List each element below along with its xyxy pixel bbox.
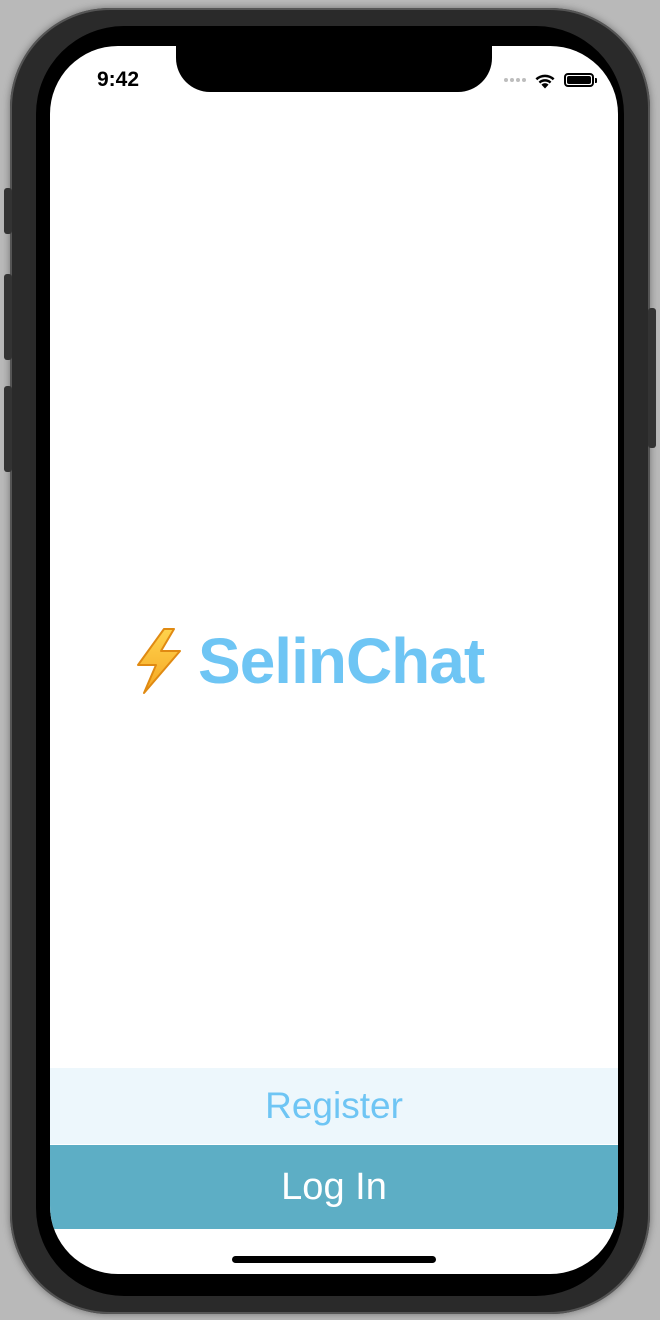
volume-down-button: [4, 386, 12, 472]
app-name: SelinChat: [198, 625, 485, 697]
notch: [176, 46, 492, 92]
app-screen: 9:42 SelinChat Register Log In: [50, 46, 618, 1274]
power-button: [648, 308, 656, 448]
signal-dots-icon: [504, 78, 526, 82]
lightning-bolt-icon: [137, 628, 181, 694]
volume-up-button: [4, 274, 12, 360]
status-time: 9:42: [97, 68, 140, 91]
register-button[interactable]: Register: [50, 1068, 618, 1144]
home-indicator[interactable]: [232, 1256, 436, 1263]
wifi-icon: [535, 74, 555, 88]
login-button[interactable]: Log In: [50, 1145, 618, 1229]
battery-icon: [564, 73, 597, 87]
app-logo: SelinChat: [130, 624, 485, 698]
status-icons: [504, 70, 597, 90]
side-button: [4, 188, 12, 234]
